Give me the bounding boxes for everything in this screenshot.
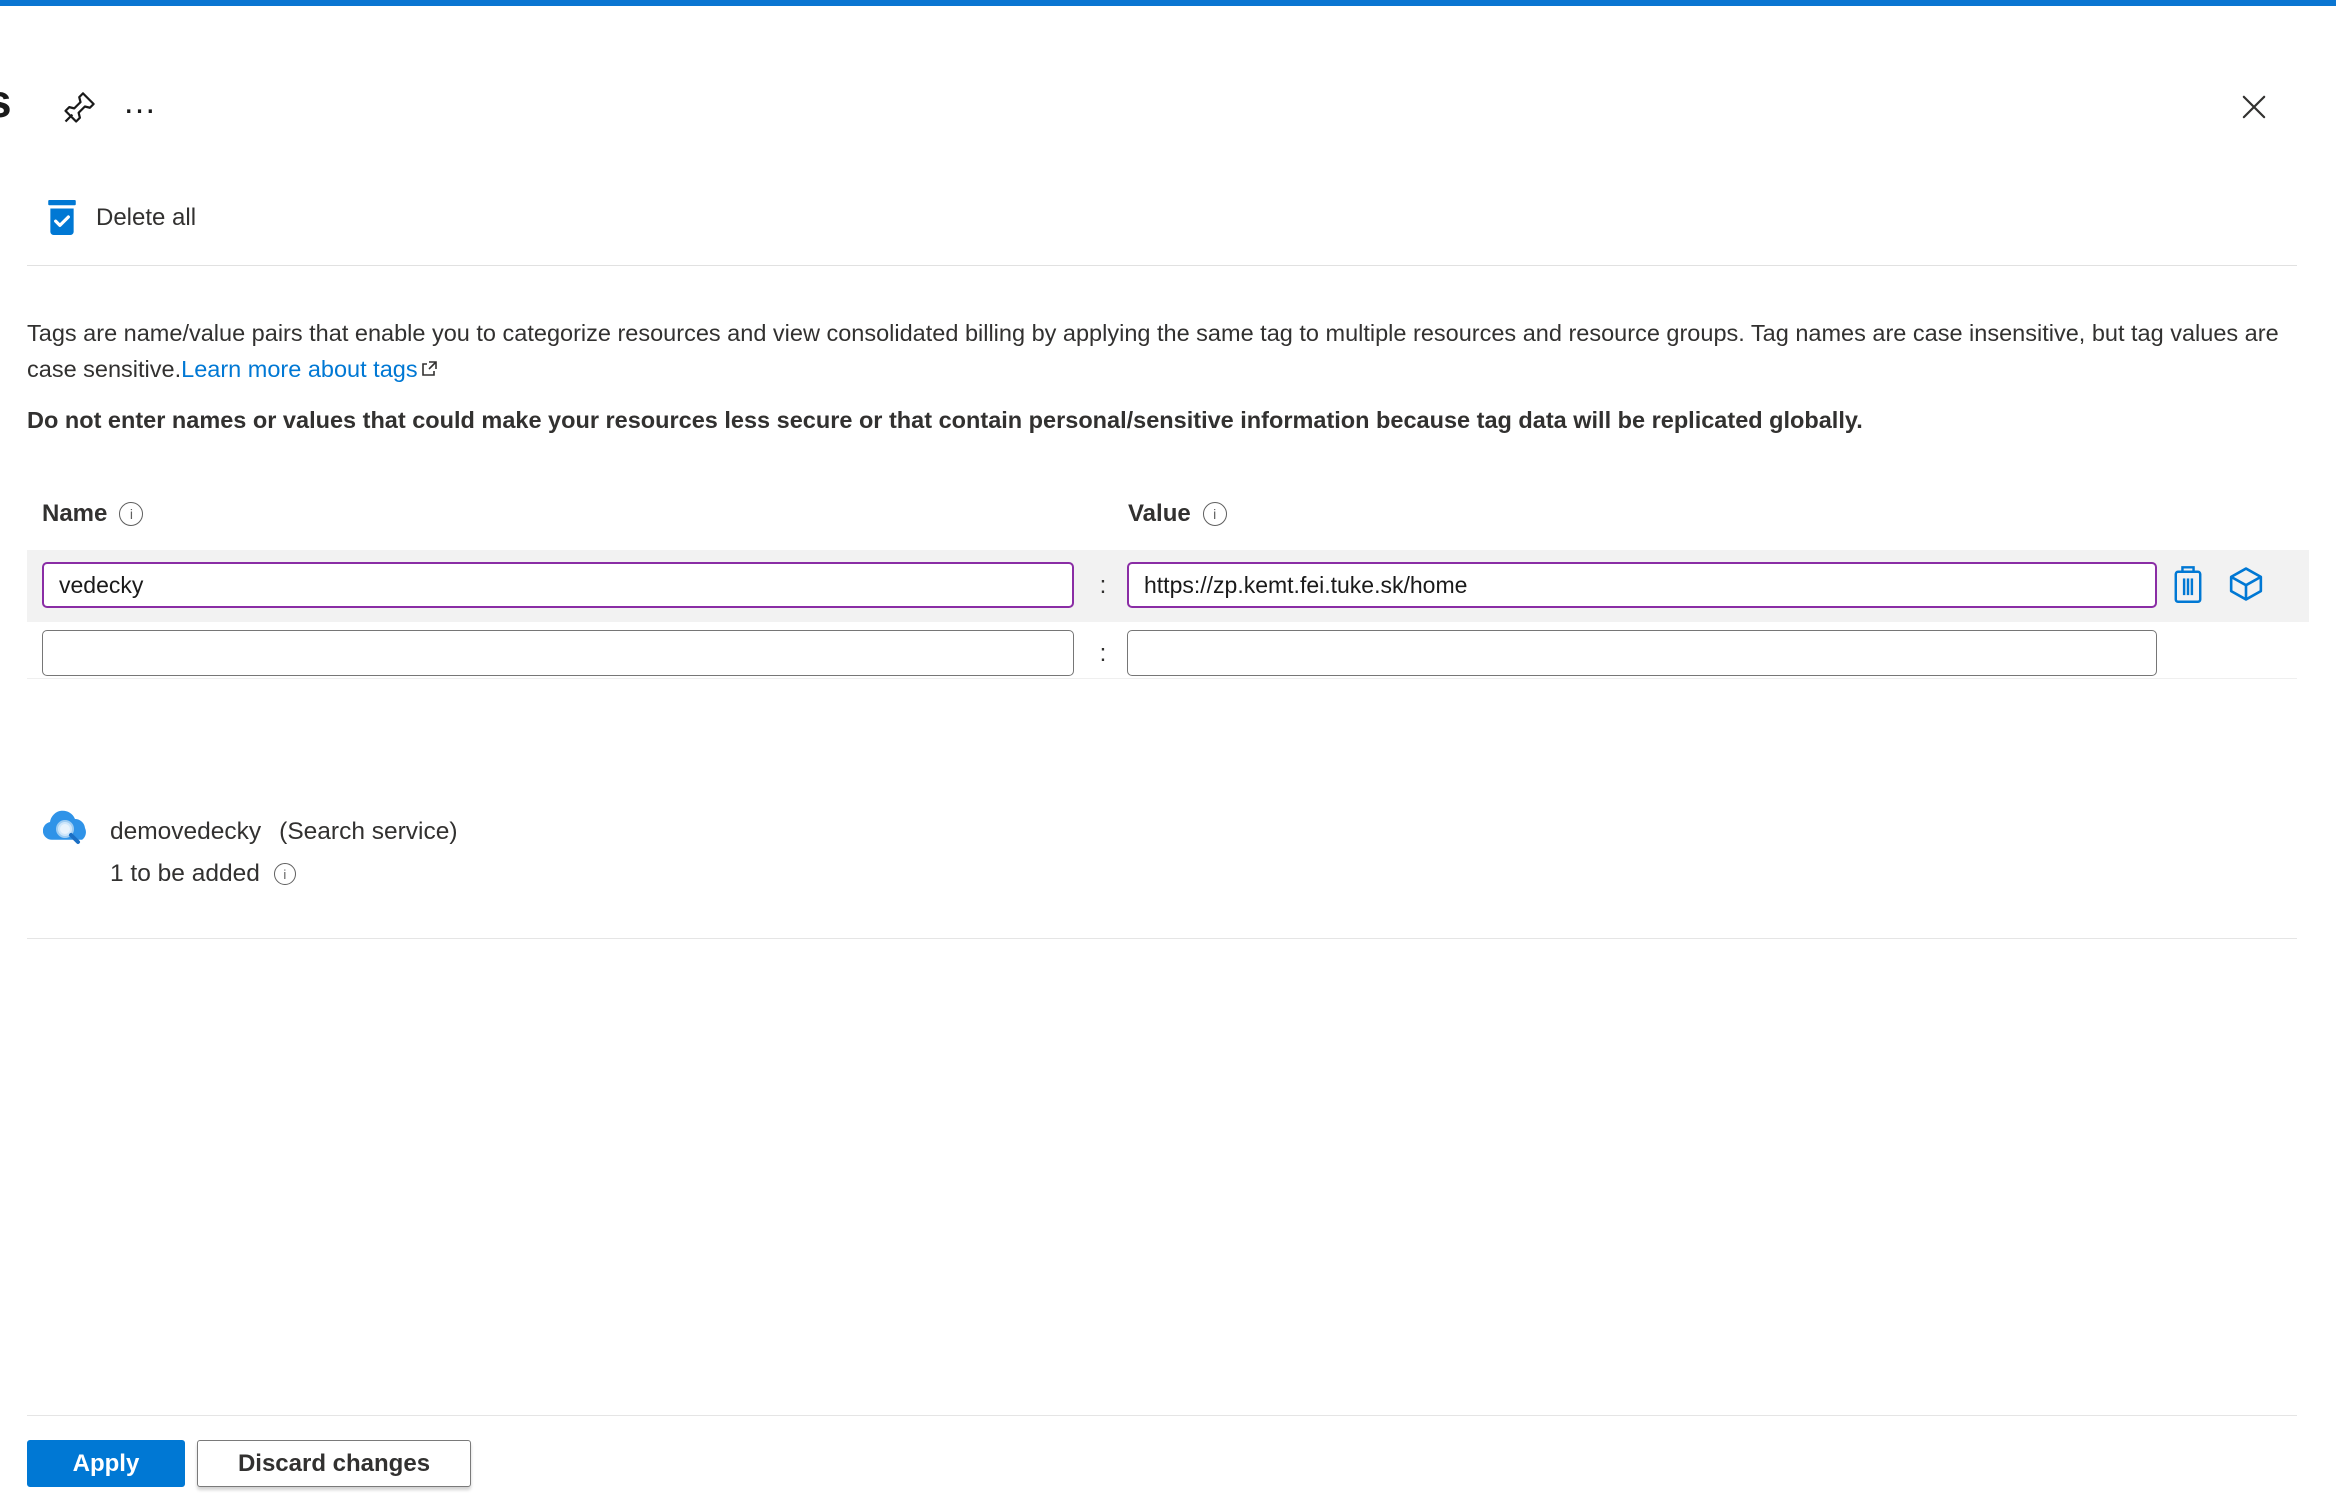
- name-column-header: Name i: [42, 500, 144, 528]
- learn-more-link[interactable]: Learn more about tags: [181, 356, 417, 382]
- resource-scope-button[interactable]: [2225, 564, 2267, 606]
- page-title-fragment: s: [0, 74, 12, 128]
- tag-value-input[interactable]: [1127, 562, 2157, 608]
- tag-row: :: [27, 622, 2309, 680]
- tag-name-input[interactable]: [42, 630, 1074, 676]
- cube-icon: [2227, 567, 2265, 607]
- trash-icon: [2170, 566, 2206, 607]
- status-info-icon[interactable]: i: [273, 863, 296, 885]
- top-accent-bar: [0, 0, 2336, 6]
- search-service-icon: [42, 810, 95, 857]
- tag-row: :: [27, 550, 2309, 622]
- delete-tag-row-button[interactable]: [2167, 564, 2209, 606]
- divider: [27, 938, 2297, 939]
- external-link-icon: [420, 352, 438, 388]
- tag-name-input[interactable]: [42, 562, 1074, 608]
- name-header-label: Name: [42, 500, 108, 527]
- resource-status: 1 to be added i: [110, 860, 296, 888]
- name-value-separator: :: [1099, 572, 1107, 599]
- resource-status-text: 1 to be added: [110, 860, 260, 887]
- value-header-label: Value: [1128, 500, 1191, 527]
- pin-icon[interactable]: [56, 88, 100, 132]
- name-value-separator: :: [1099, 640, 1107, 667]
- tags-pane: s … Delete all Tags are name/value pairs…: [0, 0, 2336, 1512]
- value-info-icon[interactable]: i: [1202, 502, 1227, 526]
- divider: [27, 678, 2297, 679]
- close-icon[interactable]: [2232, 86, 2276, 130]
- delete-all-button[interactable]: Delete all: [46, 200, 196, 236]
- security-warning: Do not enter names or values that could …: [27, 407, 1863, 433]
- delete-all-label: Delete all: [96, 204, 197, 231]
- apply-button[interactable]: Apply: [27, 1440, 185, 1487]
- discard-changes-button[interactable]: Discard changes: [197, 1440, 471, 1487]
- value-column-header: Value i: [1128, 500, 1227, 528]
- resource-title: demovedecky (Search service): [110, 818, 458, 846]
- divider: [27, 265, 2297, 266]
- tags-description: Tags are name/value pairs that enable yo…: [27, 315, 2309, 388]
- tag-value-input[interactable]: [1127, 630, 2157, 676]
- resource-type: (Search service): [279, 818, 458, 845]
- more-options-icon[interactable]: …: [116, 80, 166, 124]
- name-info-icon[interactable]: i: [119, 502, 144, 526]
- divider: [27, 1415, 2297, 1416]
- resource-name: demovedecky: [110, 818, 262, 845]
- delete-all-icon: [46, 200, 78, 236]
